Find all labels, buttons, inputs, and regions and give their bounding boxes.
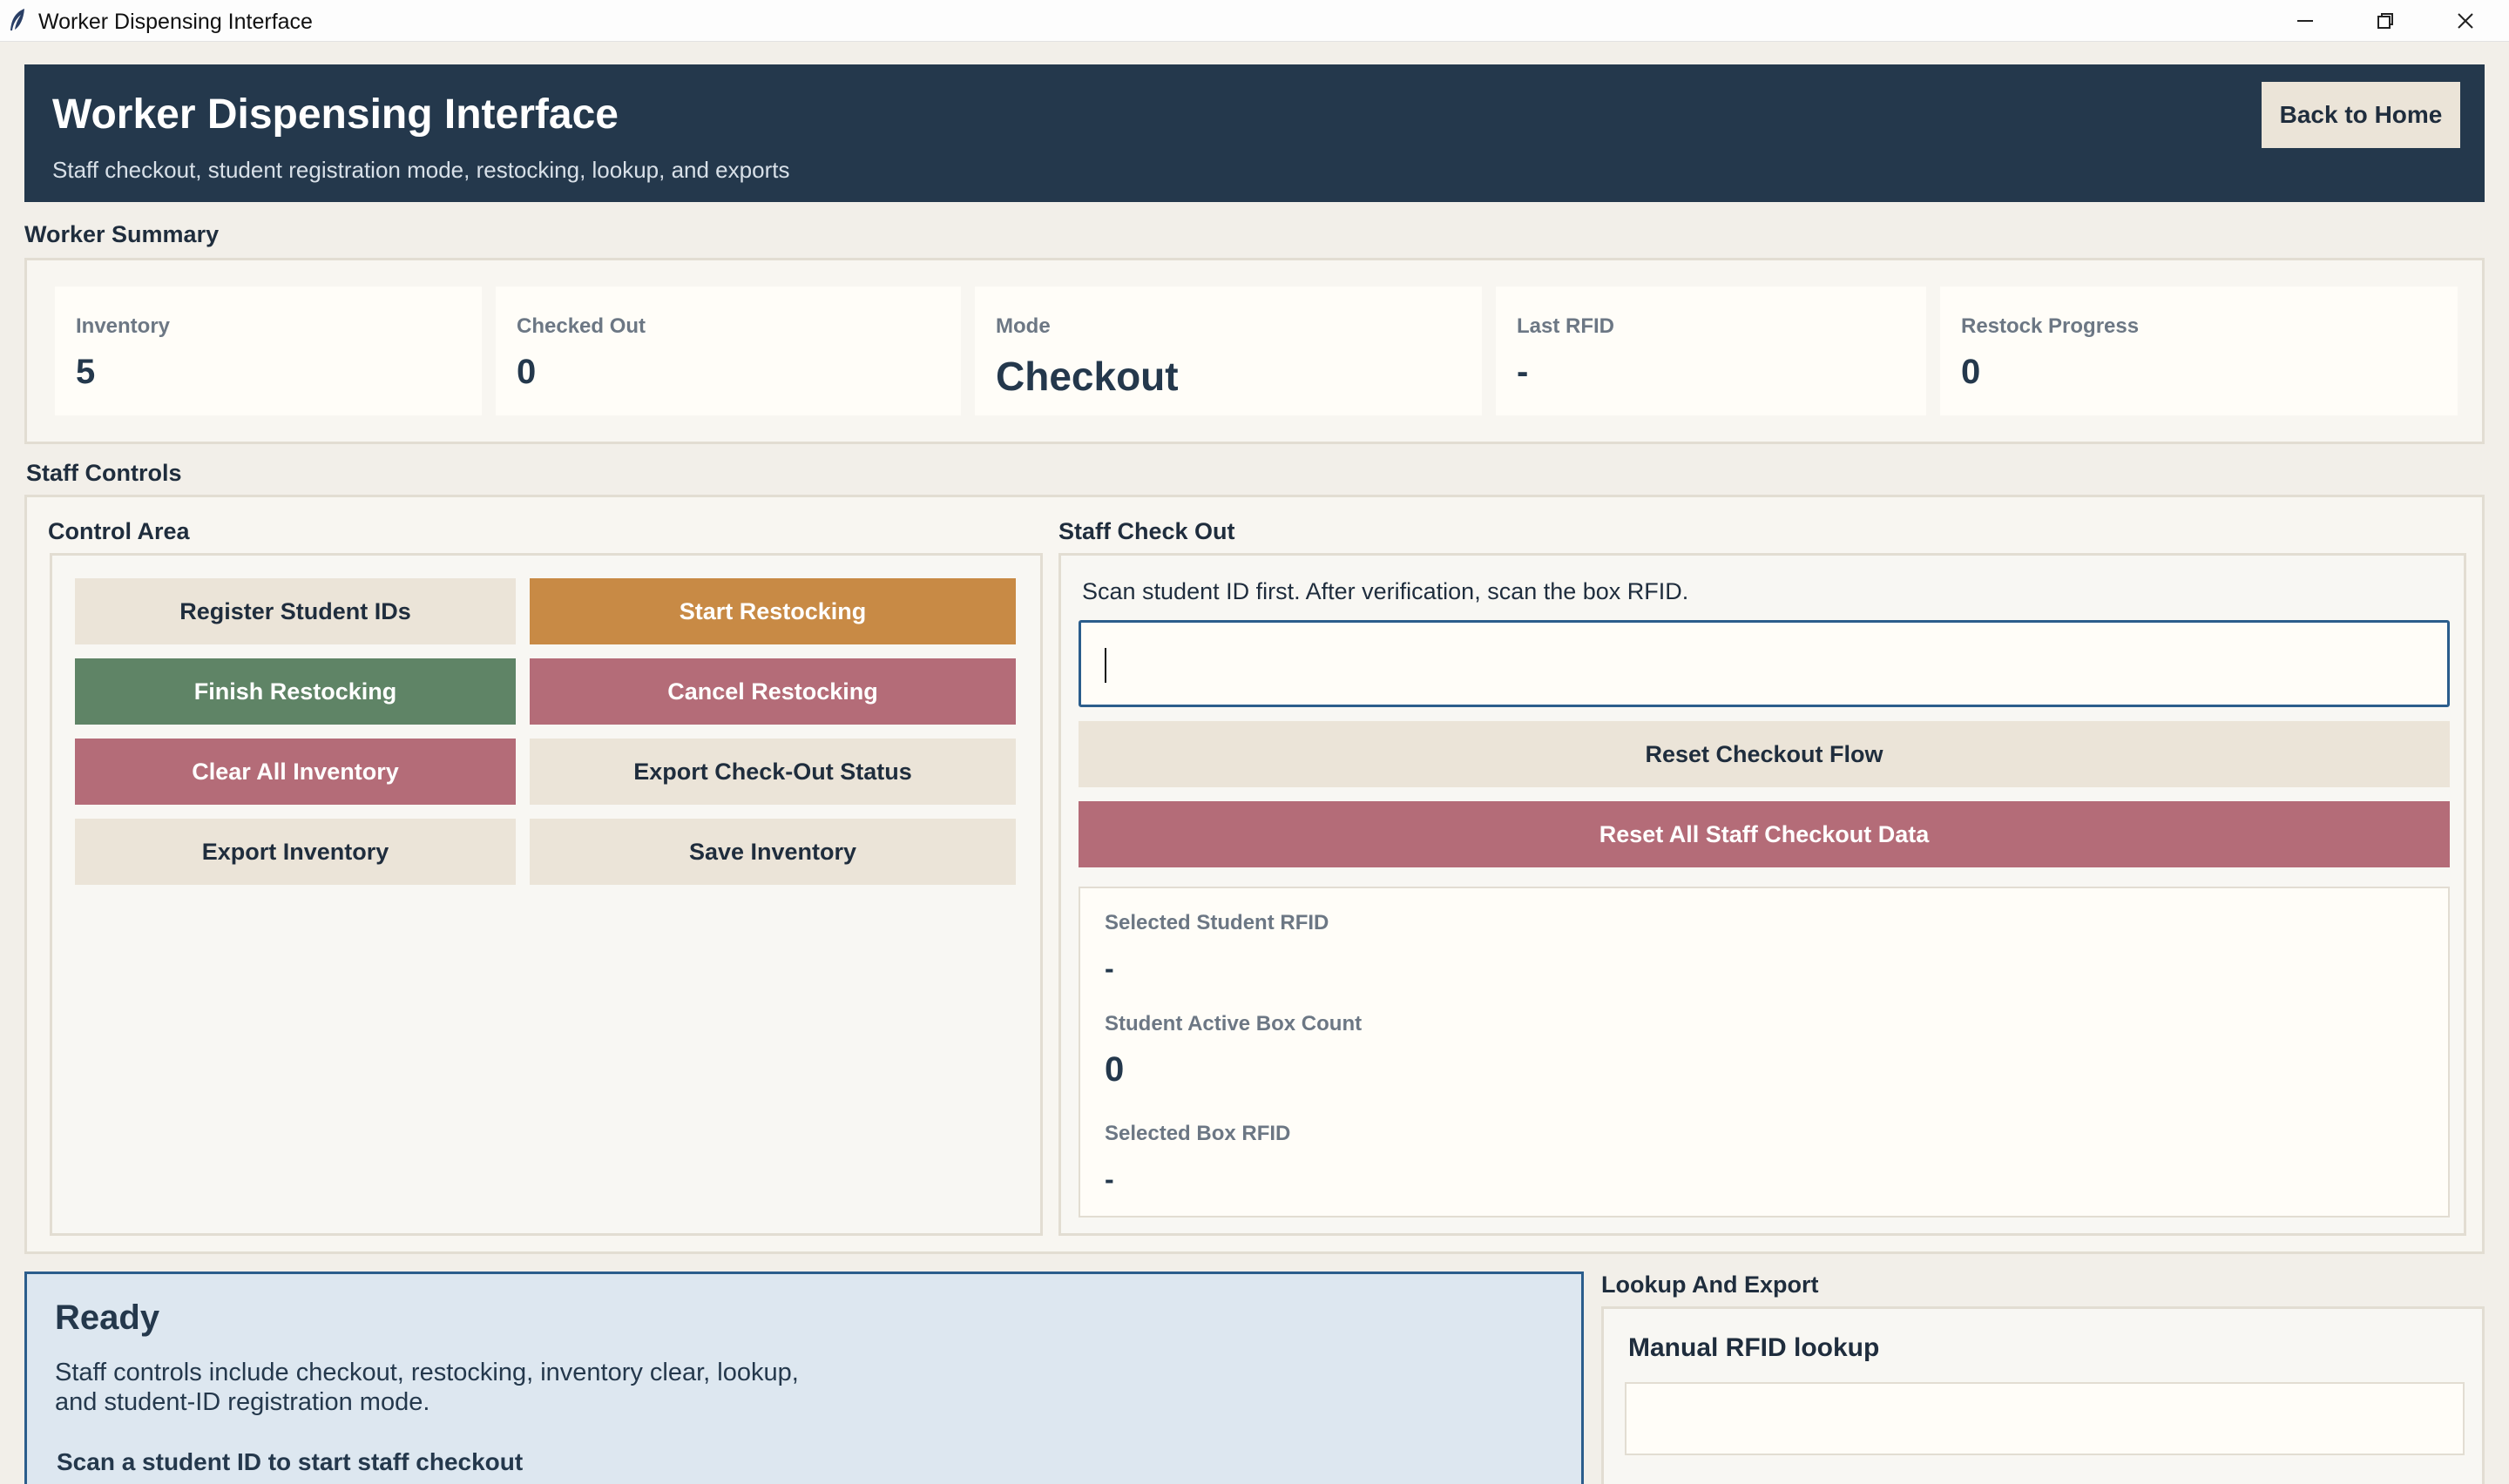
stat-mode: Mode Checkout bbox=[975, 287, 1482, 415]
export-checkout-status-button[interactable]: Export Check-Out Status bbox=[530, 739, 1016, 805]
stat-inventory: Inventory 5 bbox=[55, 287, 482, 415]
worker-summary-label: Worker Summary bbox=[24, 221, 220, 247]
lookup-export-label: Lookup And Export bbox=[1601, 1272, 1819, 1298]
feather-icon bbox=[10, 9, 24, 30]
checkout-details: Selected Student RFID - Student Active B… bbox=[1079, 887, 2450, 1218]
page-title: Worker Dispensing Interface bbox=[52, 91, 619, 138]
finish-restocking-button[interactable]: Finish Restocking bbox=[75, 658, 516, 725]
staff-controls-label: Staff Controls bbox=[26, 460, 182, 486]
close-icon bbox=[2458, 13, 2473, 29]
window-titlebar: Worker Dispensing Interface bbox=[0, 0, 2509, 42]
selected-student-rfid-label: Selected Student RFID bbox=[1105, 911, 1329, 934]
stat-label: Mode bbox=[996, 314, 1051, 338]
save-inventory-button[interactable]: Save Inventory bbox=[530, 819, 1016, 885]
stat-value: 0 bbox=[1961, 353, 1981, 391]
stat-value: - bbox=[1517, 353, 1529, 391]
lookup-export-panel: Manual RFID lookup bbox=[1601, 1306, 2485, 1484]
minimize-button[interactable] bbox=[2265, 0, 2345, 42]
close-button[interactable] bbox=[2425, 0, 2506, 42]
restore-icon bbox=[2377, 13, 2393, 29]
stat-restock-progress: Restock Progress 0 bbox=[1940, 287, 2458, 415]
active-box-count-label: Student Active Box Count bbox=[1105, 1012, 1363, 1035]
start-restocking-button[interactable]: Start Restocking bbox=[530, 578, 1016, 644]
staff-controls-panel: Control Area Register Student IDs Start … bbox=[24, 495, 2485, 1254]
selected-student-rfid-value: - bbox=[1105, 953, 1114, 984]
staff-checkout-panel: Scan student ID first. After verificatio… bbox=[1058, 553, 2466, 1236]
stat-label: Restock Progress bbox=[1961, 314, 2140, 338]
manual-rfid-lookup-title: Manual RFID lookup bbox=[1628, 1333, 1880, 1362]
back-to-home-button[interactable]: Back to Home bbox=[2262, 82, 2460, 148]
stat-checked-out: Checked Out 0 bbox=[496, 287, 961, 415]
reset-all-staff-checkout-button[interactable]: Reset All Staff Checkout Data bbox=[1079, 801, 2450, 867]
minimize-icon bbox=[2297, 20, 2313, 22]
cancel-restocking-button[interactable]: Cancel Restocking bbox=[530, 658, 1016, 725]
selected-box-rfid-value: - bbox=[1105, 1164, 1114, 1195]
stat-value: 5 bbox=[76, 353, 96, 391]
control-area: Register Student IDs Start Restocking Fi… bbox=[50, 553, 1043, 1236]
staff-checkout-label: Staff Check Out bbox=[1058, 518, 1235, 544]
active-box-count-value: 0 bbox=[1105, 1050, 1125, 1089]
stat-label: Checked Out bbox=[517, 314, 646, 338]
manual-rfid-lookup-input[interactable] bbox=[1625, 1382, 2465, 1455]
restore-button[interactable] bbox=[2345, 0, 2425, 42]
stat-value: 0 bbox=[517, 353, 537, 391]
checkout-rfid-input[interactable] bbox=[1079, 620, 2450, 707]
register-student-ids-button[interactable]: Register Student IDs bbox=[75, 578, 516, 644]
status-description: Staff controls include checkout, restock… bbox=[55, 1359, 799, 1416]
page-subtitle: Staff checkout, student registration mod… bbox=[52, 157, 790, 183]
stat-last-rfid: Last RFID - bbox=[1496, 287, 1926, 415]
checkout-instruction: Scan student ID first. After verificatio… bbox=[1082, 578, 1689, 604]
worker-summary-panel: Inventory 5 Checked Out 0 Mode Checkout … bbox=[24, 258, 2485, 444]
status-title: Ready bbox=[55, 1298, 160, 1337]
control-area-label: Control Area bbox=[48, 518, 190, 544]
status-panel: Ready Staff controls include checkout, r… bbox=[24, 1272, 1584, 1484]
reset-checkout-flow-button[interactable]: Reset Checkout Flow bbox=[1079, 721, 2450, 787]
selected-box-rfid-label: Selected Box RFID bbox=[1105, 1122, 1291, 1145]
stat-label: Inventory bbox=[76, 314, 171, 338]
clear-all-inventory-button[interactable]: Clear All Inventory bbox=[75, 739, 516, 805]
window-title: Worker Dispensing Interface bbox=[38, 10, 313, 34]
stat-label: Last RFID bbox=[1517, 314, 1615, 338]
export-inventory-button[interactable]: Export Inventory bbox=[75, 819, 516, 885]
page-header: Worker Dispensing Interface Staff checko… bbox=[24, 64, 2485, 202]
stat-value: Checkout bbox=[996, 354, 1179, 399]
status-hint: Scan a student ID to start staff checkou… bbox=[57, 1448, 524, 1475]
text-caret bbox=[1105, 648, 1106, 683]
